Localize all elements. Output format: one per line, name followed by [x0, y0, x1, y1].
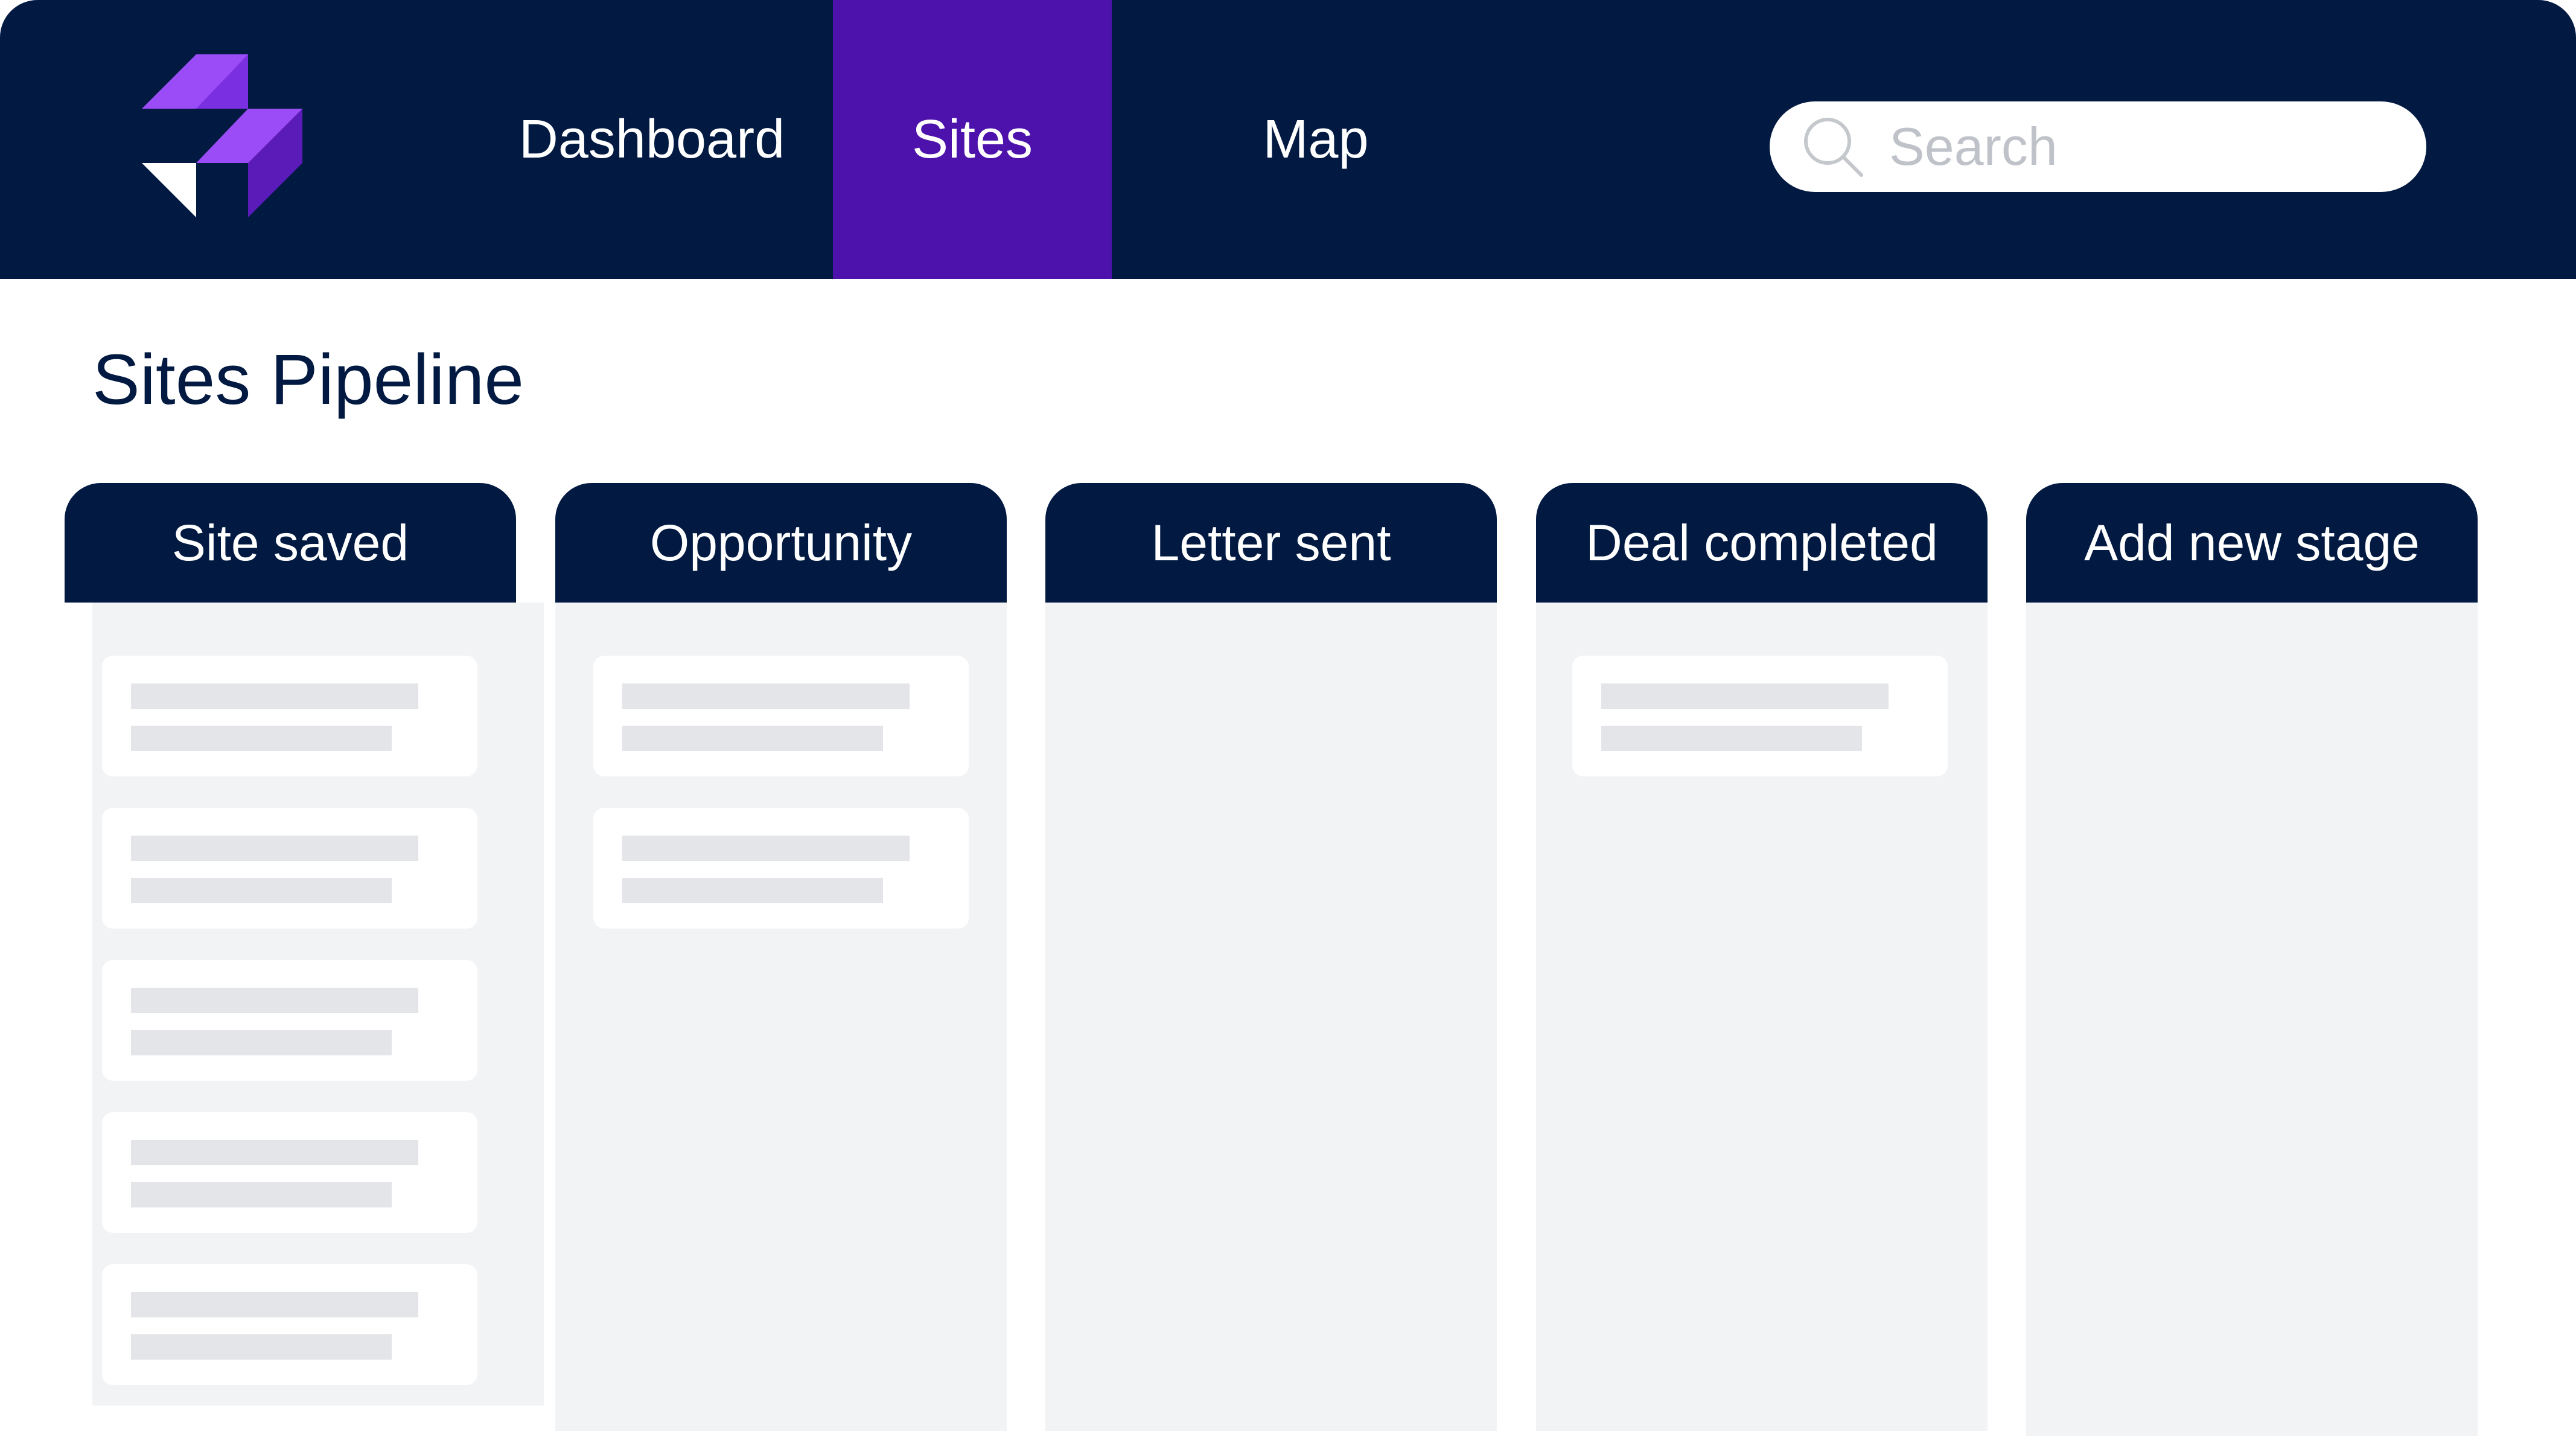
column-body: [555, 603, 1007, 1431]
search-input[interactable]: Search: [1770, 101, 2426, 192]
add-new-stage-button[interactable]: Add new stage: [2026, 483, 2478, 603]
top-navbar: Dashboard Sites Map Search: [0, 0, 2576, 279]
pipeline-card[interactable]: [102, 960, 477, 1081]
pipeline-card[interactable]: [102, 1264, 477, 1385]
pipeline-card[interactable]: [1572, 656, 1948, 776]
column-body: [1045, 603, 1497, 1431]
pipeline-column-deal-completed: Deal completed: [1536, 483, 1988, 1431]
nav-map[interactable]: Map: [1255, 0, 1376, 279]
column-header[interactable]: Opportunity: [555, 483, 1007, 603]
column-body: [92, 603, 544, 1406]
page-title: Sites Pipeline: [92, 340, 524, 420]
nav-dashboard[interactable]: Dashboard: [513, 0, 791, 279]
pipeline-column-add-new-stage: Add new stage: [2026, 483, 2478, 1436]
search-icon: [1804, 118, 1863, 177]
column-body: [1536, 603, 1988, 1431]
column-header[interactable]: Deal completed: [1536, 483, 1988, 603]
column-header[interactable]: Letter sent: [1045, 483, 1497, 603]
pipeline-card[interactable]: [102, 656, 477, 776]
pipeline-card[interactable]: [102, 1112, 477, 1233]
pipeline-column-opportunity: Opportunity: [555, 483, 1007, 1431]
nav-sites[interactable]: Sites: [833, 0, 1112, 279]
pipeline-card[interactable]: [593, 808, 969, 929]
column-header[interactable]: Site saved: [65, 483, 516, 603]
pipeline-column-site-saved: Site saved: [65, 483, 544, 1406]
column-body: [2026, 603, 2478, 1436]
search-placeholder: Search: [1889, 117, 2058, 176]
pipeline-column-letter-sent: Letter sent: [1045, 483, 1497, 1431]
pipeline-card[interactable]: [102, 808, 477, 929]
pipeline-card[interactable]: [593, 656, 969, 776]
app-logo-icon[interactable]: [142, 54, 311, 217]
